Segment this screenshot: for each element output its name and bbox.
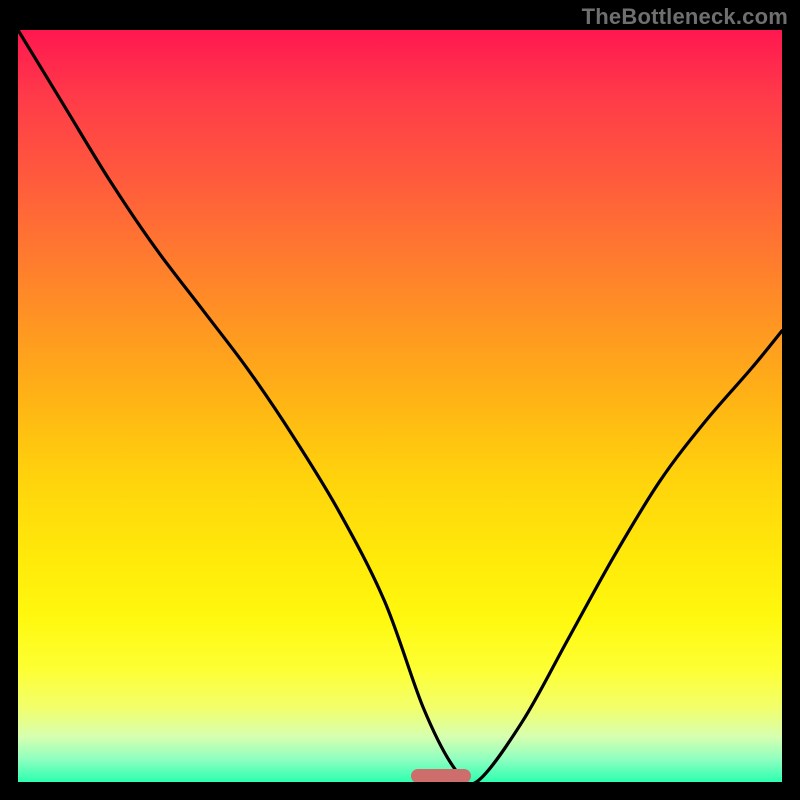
curve-path — [18, 30, 782, 782]
plot-area — [18, 30, 782, 782]
optimal-marker — [411, 769, 471, 782]
bottleneck-curve — [18, 30, 782, 782]
watermark-text: TheBottleneck.com — [582, 4, 788, 30]
chart-frame: TheBottleneck.com — [0, 0, 800, 800]
